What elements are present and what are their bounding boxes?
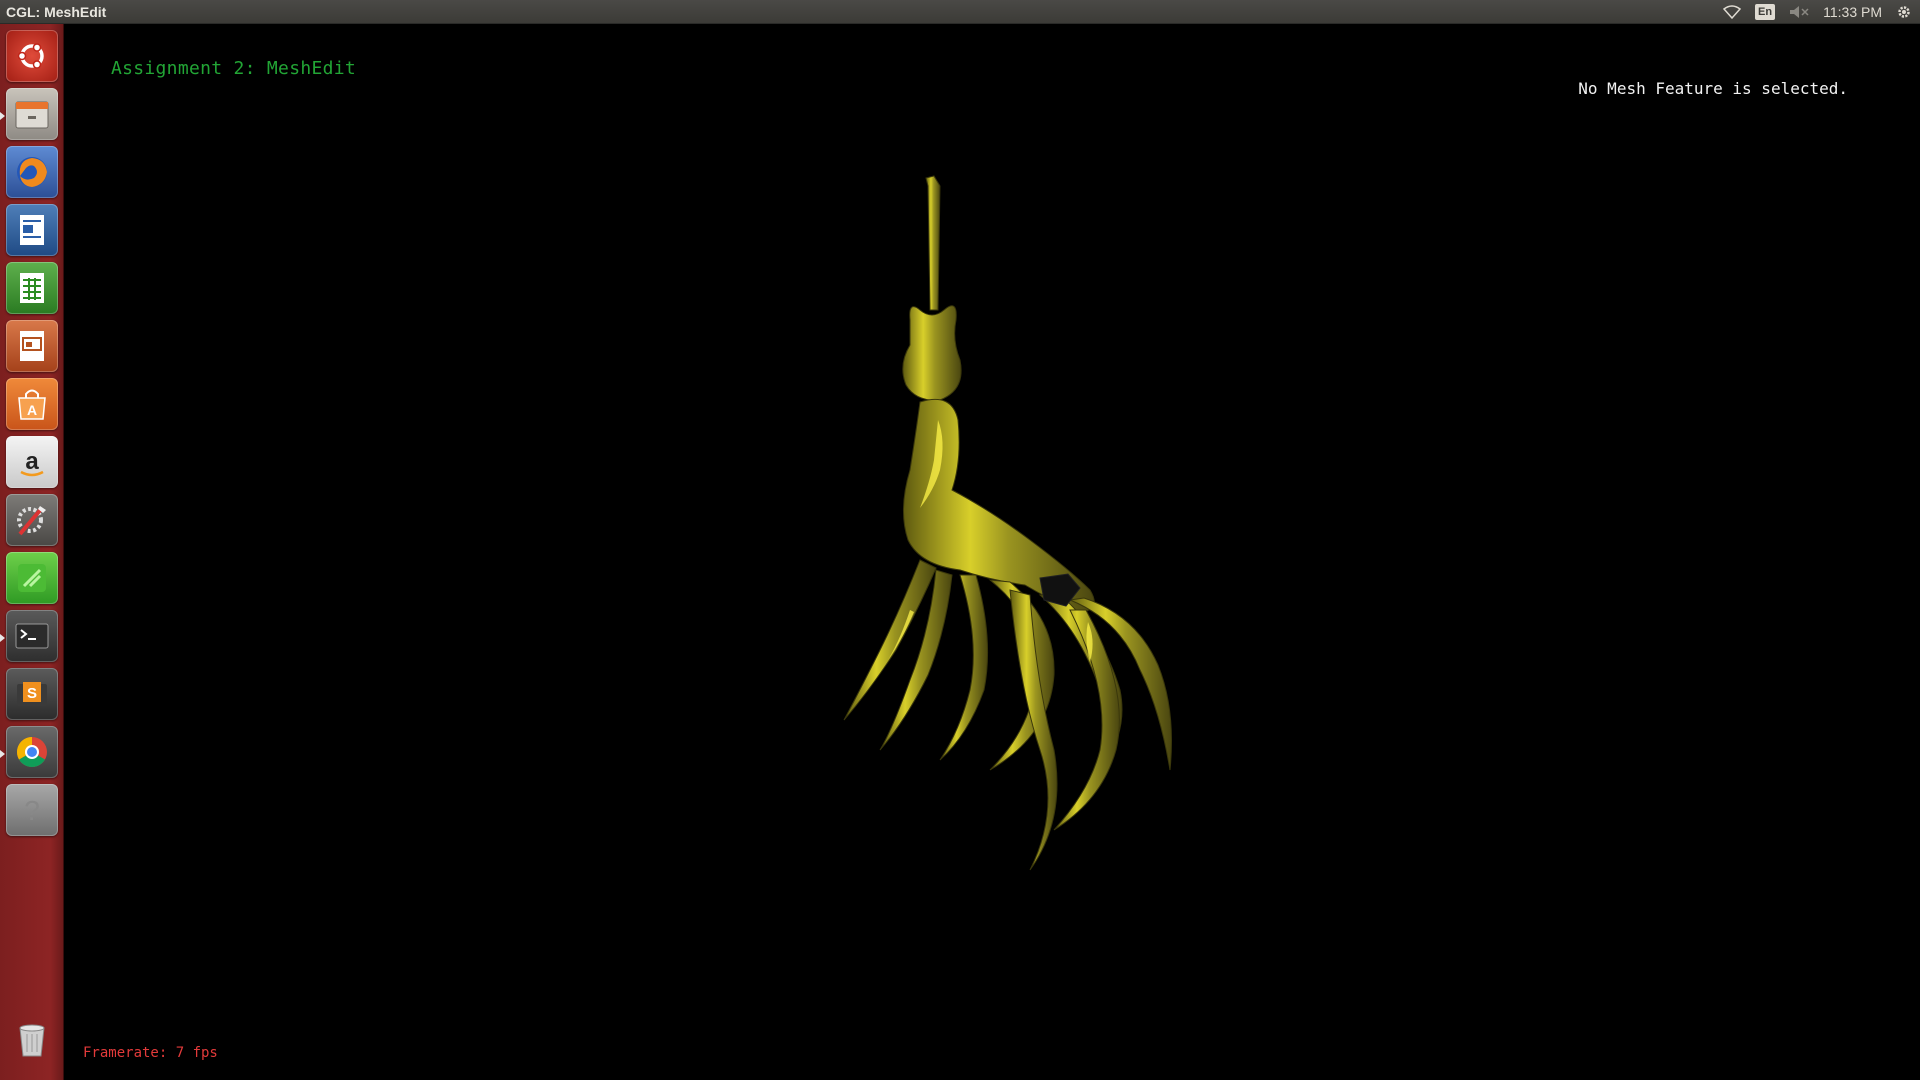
question-mark-icon: ? <box>24 795 40 826</box>
wrench-screwdriver-icon <box>17 506 46 536</box>
running-indicator <box>0 634 5 642</box>
launcher-item-libreoffice-calc[interactable] <box>6 262 58 314</box>
selection-status: No Mesh Feature is selected. <box>1578 79 1848 98</box>
shopping-bag-icon: A <box>18 389 46 420</box>
launcher-item-software-center[interactable]: A <box>6 378 58 430</box>
launcher-item-firefox[interactable] <box>6 146 58 198</box>
launcher-item-unknown-app[interactable]: ? <box>6 784 58 836</box>
launcher: A a S ? <box>0 24 64 1080</box>
launcher-item-libreoffice-writer[interactable] <box>6 204 58 256</box>
amazon-icon: a <box>20 448 44 477</box>
launcher-item-terminal[interactable] <box>6 610 58 662</box>
firefox-icon <box>17 157 47 187</box>
launcher-item-files[interactable] <box>6 88 58 140</box>
launcher-item-libreoffice-impress[interactable] <box>6 320 58 372</box>
assignment-title: Assignment 2: MeshEdit <box>111 58 357 79</box>
calc-spreadsheet-icon <box>20 273 44 303</box>
volume-muted-icon[interactable] <box>1789 0 1809 24</box>
launcher-item-system-settings[interactable] <box>6 494 58 546</box>
file-cabinet-icon <box>15 101 49 129</box>
keyboard-layout-label: En <box>1755 3 1776 20</box>
terminal-icon <box>15 623 49 649</box>
ubuntu-logo-icon <box>17 43 44 69</box>
writer-document-icon <box>20 215 44 245</box>
settings-gear-icon[interactable] <box>1896 0 1912 24</box>
impress-presentation-icon <box>20 331 44 361</box>
launcher-item-chrome[interactable] <box>6 726 58 778</box>
running-indicator <box>0 750 5 758</box>
launcher-item-trash[interactable] <box>6 1014 58 1066</box>
indicator-area: En 11:33 PM <box>1723 0 1920 24</box>
svg-text:S: S <box>27 685 37 702</box>
mesh-model[interactable] <box>840 170 1260 890</box>
sublime-text-icon: S <box>17 682 47 706</box>
svg-text:a: a <box>25 448 39 475</box>
window-title: CGL: MeshEdit <box>6 3 107 20</box>
framerate-readout: Framerate: 7 fps <box>83 1045 218 1061</box>
top-panel: CGL: MeshEdit En 11:33 PM <box>0 0 1920 24</box>
wifi-icon[interactable] <box>1723 0 1742 24</box>
keyboard-layout-indicator[interactable]: En <box>1755 0 1776 24</box>
launcher-item-dash-home[interactable] <box>6 30 58 82</box>
green-app-icon <box>18 564 46 592</box>
svg-text:?: ? <box>24 795 40 826</box>
launcher-item-app-green[interactable] <box>6 552 58 604</box>
clock[interactable]: 11:33 PM <box>1823 0 1882 24</box>
svg-text:A: A <box>27 402 37 418</box>
launcher-item-sublime-text[interactable]: S <box>6 668 58 720</box>
launcher-item-amazon[interactable]: a <box>6 436 58 488</box>
trash-icon <box>19 1024 45 1057</box>
running-indicator <box>0 112 5 120</box>
chrome-icon <box>16 737 47 768</box>
